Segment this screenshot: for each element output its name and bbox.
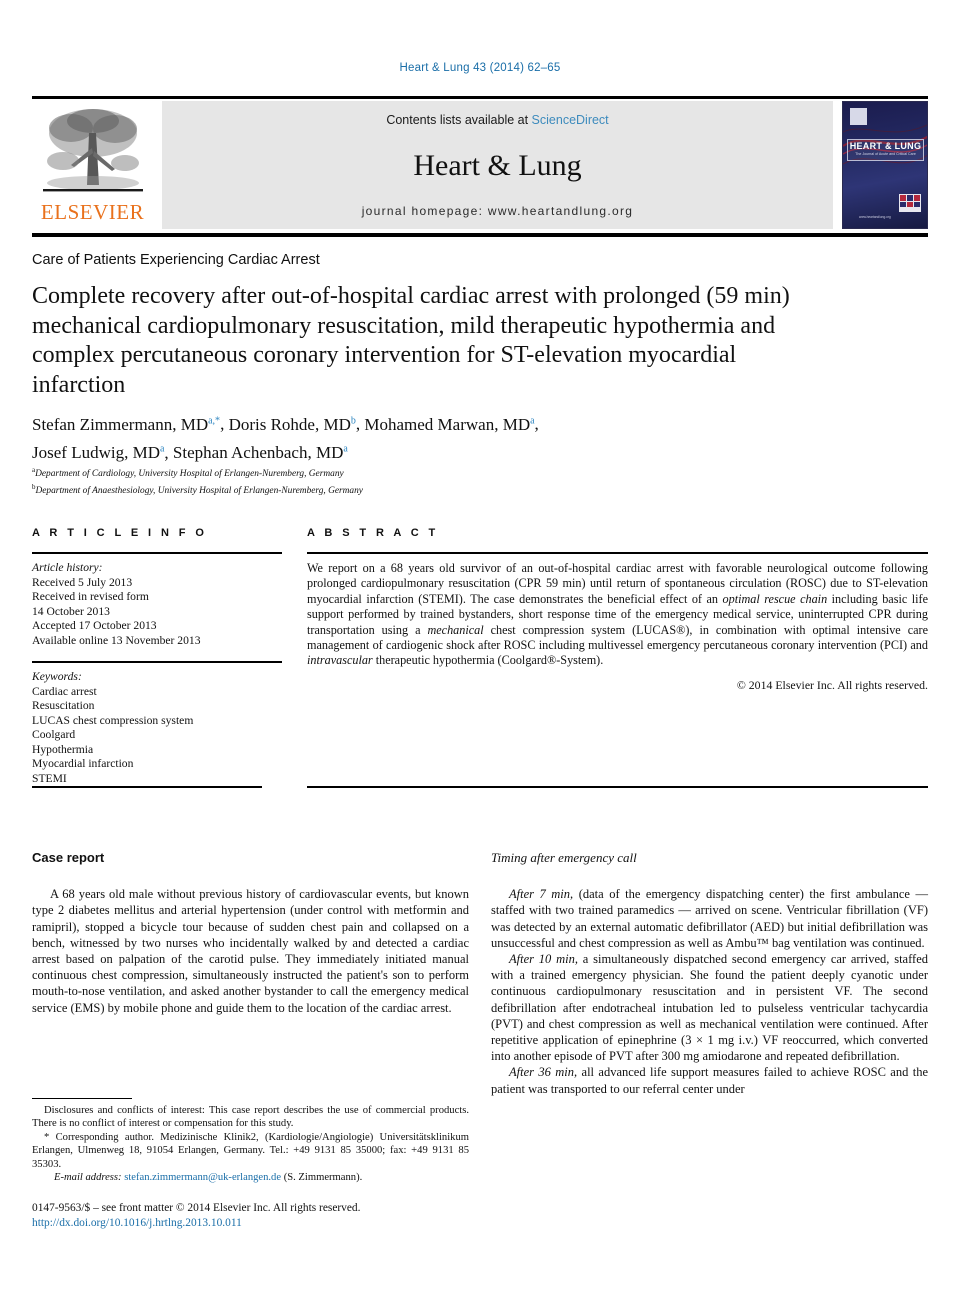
masthead-center-band: Contents lists available at ScienceDirec… [162,101,833,229]
timing-paragraph-2: After 10 min, a simultaneously dispatche… [491,951,928,1064]
timing-lead-3: After 36 min, [509,1065,578,1080]
cover-title-box: HEART & LUNG The Journal of Acute and Cr… [847,139,924,161]
section-kicker: Care of Patients Experiencing Cardiac Ar… [32,252,320,268]
elsevier-wordmark: ELSEVIER [40,200,145,224]
cover-thumbnail-figure [899,194,921,212]
affiliation-a: aDepartment of Cardiology, University Ho… [32,464,792,481]
timing-heading: Timing after emergency call [491,850,637,865]
info-block-bottom-rule [32,786,262,788]
running-head: Heart & Lung 43 (2014) 62–65 [399,62,561,74]
article-title: Complete recovery after out-of-hospital … [32,283,790,398]
cover-subtitle: The Journal of Acute and Critical Care [855,152,916,156]
elsevier-logo: ELSEVIER [32,101,153,229]
keyword-item: Cardiac arrest [32,684,97,698]
keywords-rule [32,661,282,663]
article-history-group: Article history: Received 5 July 2013 Re… [32,561,282,648]
affiliation-b: bDepartment of Anaesthesiology, Universi… [32,481,792,498]
email-label: E-mail address: [54,1172,122,1184]
footnote-email: E-mail address: stefan.zimmermann@uk-erl… [32,1171,469,1184]
abstract-text: We report on a 68 years old survivor of … [307,561,928,669]
author-4-marks: a [343,443,348,455]
abstract-italic-3: intravascular [307,653,373,668]
keywords-group: Keywords: Cardiac arrest Resuscitation L… [32,670,282,786]
abstract-italic-1: optimal rescue chain [722,591,828,606]
affiliation-b-text: Department of Anaesthesiology, Universit… [35,485,363,496]
abstract-block: A B S T R A C T We report on a 68 years … [307,527,928,693]
cover-url: www.heartandlung.org [859,215,891,219]
case-report-heading: Case report [32,850,105,865]
affiliation-list: aDepartment of Cardiology, University Ho… [32,464,792,497]
sciencedirect-link[interactable]: ScienceDirect [532,113,609,127]
abstract-block-bottom-rule [307,786,928,788]
imprint-block: 0147-9563/$ – see front matter © 2014 El… [32,1201,532,1231]
contents-prefix: Contents lists available at [386,113,532,127]
body-column-left: Case report A 68 years old male without … [32,850,469,1016]
contents-available-line: Contents lists available at ScienceDirec… [386,113,608,127]
footnote-separator-rule [32,1098,132,1099]
author-0-name: Stefan Zimmermann, MD [32,414,209,434]
body-column-right: Timing after emergency call After 7 min,… [491,850,928,1097]
journal-masthead: ELSEVIER Contents lists available at Sci… [32,101,928,229]
author-4: Stephan Achenbach, MDa [173,443,348,462]
history-item: Received 5 July 2013 [32,575,133,589]
email-address-link[interactable]: stefan.zimmermann@uk-erlangen.de [124,1172,281,1183]
abstract-part-4: therapeutic hypothermia (Coolgard®-Syste… [372,653,604,668]
article-info-heading: A R T I C L E I N F O [32,527,208,539]
keyword-item: Coolgard [32,728,76,741]
footnote-disclosures: Disclosures and conflicts of interest: T… [32,1105,469,1130]
history-item: Available online 13 November 2013 [32,633,201,647]
author-3-name: Josef Ludwig, MD [32,443,160,463]
author-3-marks: a [159,443,165,455]
keyword-item: LUCAS chest compression system [32,713,194,727]
history-item: Accepted 17 October 2013 [32,619,157,632]
elsevier-tree-icon [42,109,143,192]
article-info-rule [32,552,282,554]
masthead-top-rule [32,96,928,99]
author-4-name: Stephan Achenbach, MD [172,443,344,463]
author-0: Stefan Zimmermann, MDa,* [32,415,220,434]
abstract-copyright: © 2014 Elsevier Inc. All rights reserved… [736,677,928,692]
case-report-paragraph: A 68 years old male without previous his… [32,887,469,1015]
footnotes-block: Disclosures and conflicts of interest: T… [32,1104,469,1184]
cover-publisher-mark [850,108,867,125]
keywords-label: Keywords: [32,670,82,683]
abstract-heading: A B S T R A C T [307,527,439,539]
article-history-label: Article history: [32,561,103,574]
issn-front-matter: 0147-9563/$ – see front matter © 2014 El… [32,1202,361,1214]
article-info-block: A R T I C L E I N F O Article history: R… [32,527,282,786]
timing-lead-1: After 7 min, [509,887,574,902]
keyword-item: Resuscitation [32,699,95,712]
author-2: Mohamed Marwan, MDa [364,415,534,434]
timing-text-2: a simultaneously dispatched second emerg… [491,952,928,1064]
abstract-rule [307,552,928,554]
doi-link[interactable]: http://dx.doi.org/10.1016/j.hrtlng.2013.… [32,1216,532,1231]
journal-article-page: Heart & Lung 43 (2014) 62–65 ELSEVIER Co… [0,0,960,1305]
author-1-name: Doris Rohde, MD [228,414,351,434]
journal-title: Heart & Lung [413,148,582,182]
author-2-marks: a [530,415,535,426]
timing-paragraph-1: After 7 min, (data of the emergency disp… [491,886,928,951]
author-3: Josef Ludwig, MDa [32,443,164,462]
cover-title: HEART & LUNG [849,141,922,151]
journal-homepage-line[interactable]: journal homepage: www.heartandlung.org [362,204,634,218]
author-1-marks: b [350,415,356,426]
journal-cover-thumbnail: HEART & LUNG The Journal of Acute and Cr… [842,101,928,229]
keyword-item: STEMI [32,771,67,785]
timing-paragraph-3: After 36 min, all advanced life support … [491,1064,928,1096]
keyword-item: Myocardial infarction [32,757,134,770]
author-2-name: Mohamed Marwan, MD [364,414,531,434]
masthead-bottom-rule [32,233,928,237]
history-item: Received in revised form [32,590,149,603]
affiliation-a-text: Department of Cardiology, University Hos… [35,469,344,480]
email-suffix: (S. Zimmermann). [281,1172,363,1184]
author-list: Stefan Zimmermann, MDa,*, Doris Rohde, M… [32,414,539,463]
author-1: Doris Rohde, MDb [229,415,356,434]
abstract-italic-2: mechanical [427,622,484,637]
keyword-item: Hypothermia [32,742,94,756]
footnote-corresponding-author: * Corresponding author. Medizinische Kli… [32,1131,469,1170]
timing-lead-2: After 10 min, [509,952,578,967]
author-0-marks: a,* [208,415,221,426]
history-item: 14 October 2013 [32,604,110,618]
